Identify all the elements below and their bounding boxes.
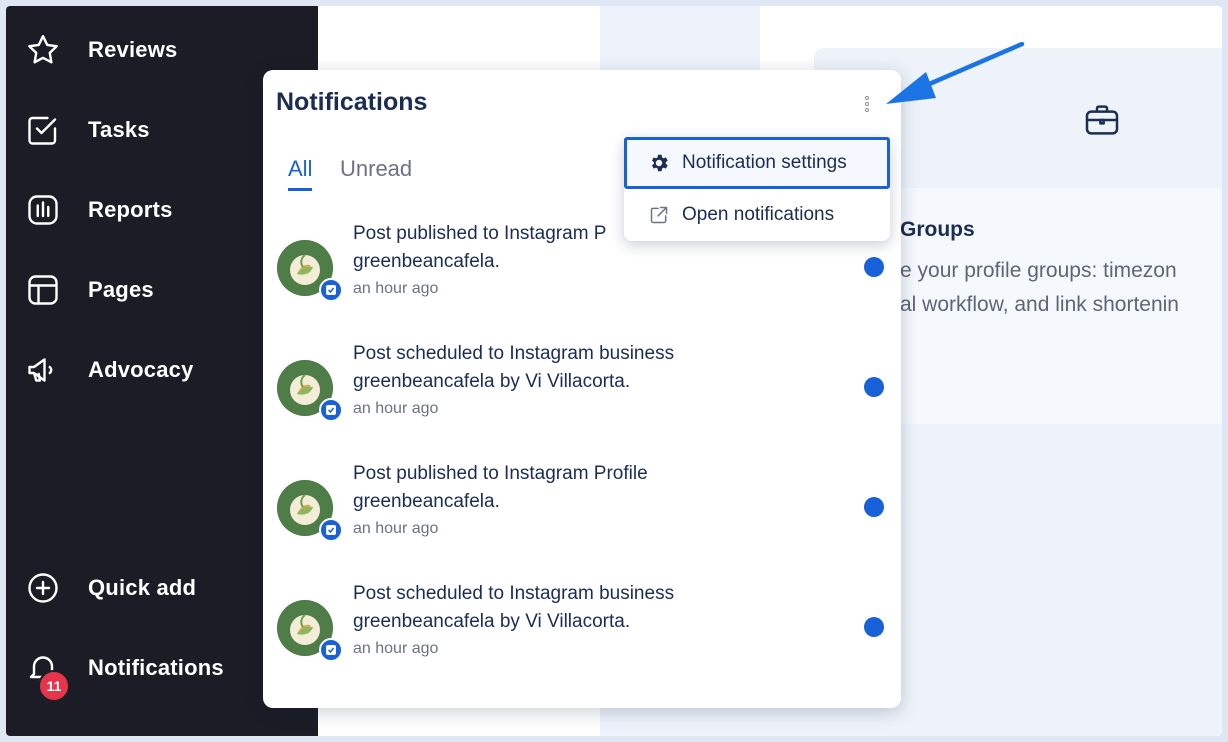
- notifications-label: Notifications: [88, 655, 224, 680]
- tab-unread[interactable]: Unread: [340, 156, 412, 182]
- panel-title: Notifications: [276, 88, 428, 116]
- sidebar-item-label: Reviews: [88, 37, 178, 62]
- unread-dot: [864, 257, 884, 277]
- menu-item-label: Open notifications: [682, 204, 835, 225]
- scheduled-check-icon: [319, 278, 343, 302]
- briefcase-icon: [1082, 100, 1122, 145]
- layout-icon: [24, 271, 62, 309]
- unread-dot: [864, 617, 884, 637]
- sidebar-item-tasks[interactable]: Tasks: [24, 106, 304, 154]
- notification-item[interactable]: Post scheduled to Instagram business gre…: [276, 340, 886, 440]
- sidebar-item-reports[interactable]: Reports: [24, 186, 304, 234]
- gear-icon: [648, 152, 670, 174]
- notification-item[interactable]: Post scheduled to Instagram business gre…: [276, 580, 886, 680]
- open-notifications-menu-item[interactable]: Open notifications: [624, 189, 890, 241]
- sidebar-item-reviews[interactable]: Reviews: [24, 26, 304, 74]
- app-frame: Reviews Tasks Reports Pages Advocacy Qui…: [6, 6, 1222, 736]
- notification-text: Post scheduled to Instagram business gre…: [353, 580, 793, 636]
- notification-settings-menu-item[interactable]: Notification settings: [624, 137, 890, 189]
- notification-count-badge: 11: [38, 670, 70, 702]
- notification-line: Post scheduled to Instagram business: [353, 583, 675, 604]
- notification-text: Post scheduled to Instagram business gre…: [353, 340, 793, 396]
- notification-line: greenbeancafela by Vi Villacorta.: [353, 611, 631, 632]
- sidebar-item-label: Advocacy: [88, 357, 194, 382]
- notification-line: Post scheduled to Instagram business: [353, 343, 675, 364]
- scheduled-check-icon: [319, 638, 343, 662]
- annotation-arrow-icon: [886, 42, 1025, 104]
- card-description-line: al workflow, and link shortenin: [900, 293, 1179, 316]
- star-icon: [24, 31, 62, 69]
- card-description: e your profile groups: timezon al workfl…: [900, 254, 1222, 322]
- notification-time: an hour ago: [353, 400, 439, 417]
- card-description-line: e your profile groups: timezon: [900, 259, 1177, 282]
- scheduled-check-icon: [319, 518, 343, 542]
- notification-time: an hour ago: [353, 280, 439, 297]
- notification-line: greenbeancafela.: [353, 251, 500, 272]
- sidebar-item-label: Tasks: [88, 117, 150, 142]
- sidebar-item-label: Reports: [88, 197, 173, 222]
- sidebar-item-advocacy[interactable]: Advocacy: [24, 346, 304, 394]
- scheduled-check-icon: [319, 398, 343, 422]
- card-heading: Groups: [900, 218, 975, 241]
- notification-item[interactable]: Post published to Instagram Profile gree…: [276, 460, 886, 560]
- notification-line: Post published to Instagram Profile: [353, 463, 648, 484]
- checkbox-icon: [24, 111, 62, 149]
- notification-line: greenbeancafela by Vi Villacorta.: [353, 371, 631, 392]
- more-options-icon[interactable]: [857, 92, 877, 116]
- options-menu: Notification settings Open notifications: [624, 137, 890, 241]
- sidebar-item-pages[interactable]: Pages: [24, 266, 304, 314]
- plus-circle-icon: [24, 569, 62, 607]
- quick-add-button[interactable]: Quick add: [24, 564, 304, 612]
- quick-add-label: Quick add: [88, 575, 197, 600]
- tab-all[interactable]: All: [288, 156, 313, 191]
- bar-chart-icon: [24, 191, 62, 229]
- notification-text: Post published to Instagram Profile gree…: [353, 460, 793, 516]
- notification-line: greenbeancafela.: [353, 491, 500, 512]
- external-link-icon: [648, 204, 670, 226]
- unread-dot: [864, 377, 884, 397]
- megaphone-icon: [24, 351, 62, 389]
- notification-time: an hour ago: [353, 640, 439, 657]
- unread-dot: [864, 497, 884, 517]
- notification-time: an hour ago: [353, 520, 439, 537]
- sidebar-item-label: Pages: [88, 277, 154, 302]
- menu-item-label: Notification settings: [682, 152, 847, 173]
